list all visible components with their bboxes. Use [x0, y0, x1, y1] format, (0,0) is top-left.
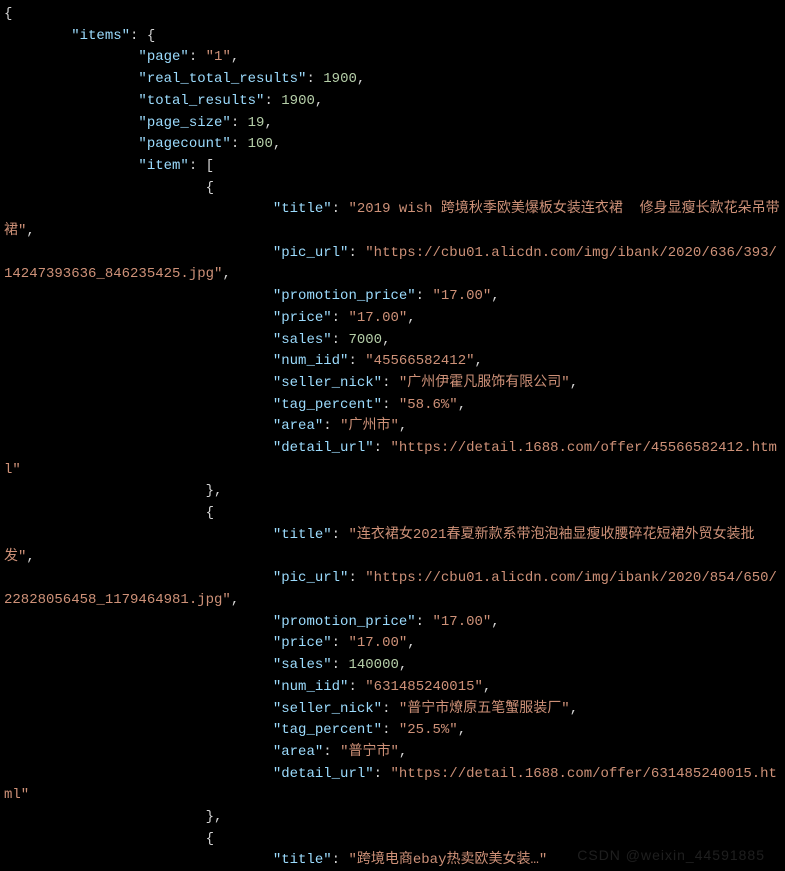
json-code-block: { "items": { "page": "1", "real_total_re… [0, 0, 785, 871]
